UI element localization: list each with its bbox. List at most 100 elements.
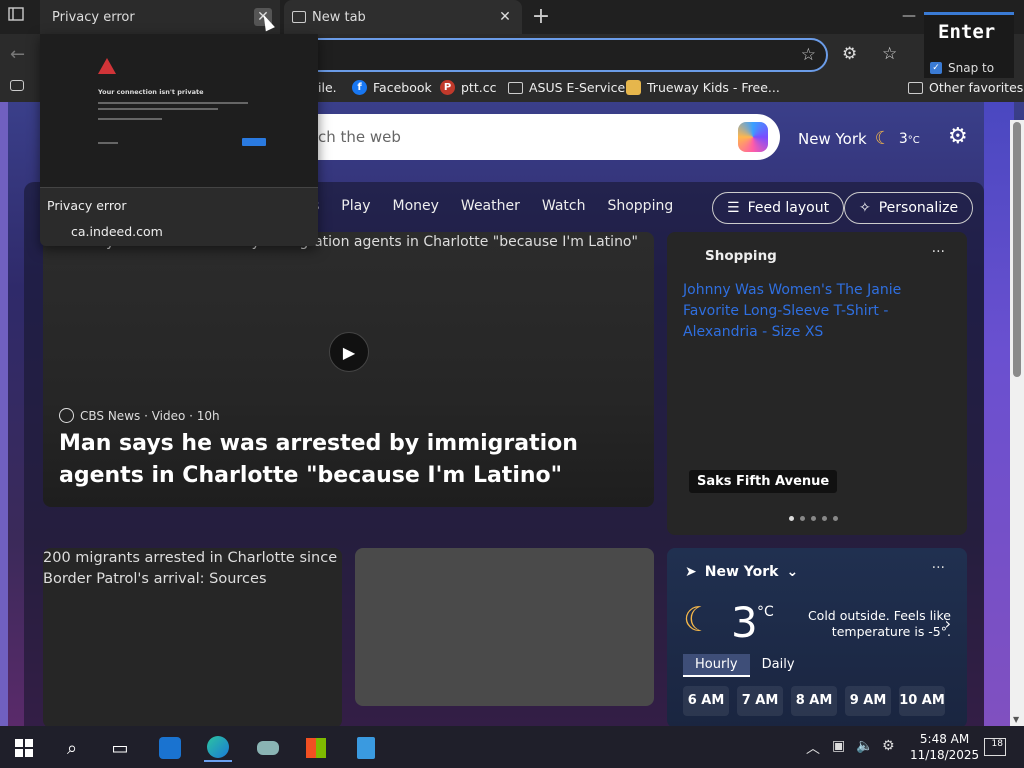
preview-text-line [98,108,218,110]
news-card[interactable]: 200 migrants arrested in Charlotte since… [43,548,342,726]
page-background-edge [0,102,8,726]
weather-temp: 3 [731,598,758,647]
outlook-icon[interactable] [156,734,184,762]
header-weather[interactable]: New York ☾ 3°C [798,128,920,149]
more-options-icon[interactable]: ··· [932,244,945,260]
preview-tab-name: Privacy error [47,198,127,213]
favorite-label: Trueway Kids - Free... [647,80,780,95]
address-bar[interactable]: ☆ [300,38,828,72]
favorite-trueway[interactable]: Trueway Kids - Free... [626,80,780,95]
minimize-icon[interactable]: — [902,8,916,24]
favorite-label: ptt.cc [461,80,497,95]
weather-city: New York [704,564,779,580]
page-scrollbar[interactable]: ▲ ▼ [1010,120,1024,726]
store-icon[interactable] [302,734,330,762]
favorite-label: Other favorites [929,80,1024,95]
tab-new-tab[interactable]: New tab ✕ [284,0,522,34]
search-placeholder: ch the web [318,128,401,146]
favorite-ptt[interactable]: P ptt.cc [440,80,496,95]
tab-strip: Privacy error ✕ New tab ✕ + — [0,0,1024,34]
favorite-item[interactable]: ile. [318,80,337,95]
search-icon[interactable]: ⌕ [58,734,86,762]
weather-unit: °C [757,604,774,620]
tab-title: Privacy error [52,9,135,25]
facebook-icon: f [352,80,367,95]
carousel-dots[interactable] [789,516,838,521]
volume-muted-icon[interactable]: 🔈 [856,738,873,754]
shopping-brand: Saks Fifth Avenue [689,470,838,493]
shopping-image-alt[interactable]: Johnny Was Women's The Janie Favorite Lo… [683,280,953,343]
hero-news-card[interactable]: ...an says he was arrested by immigratio… [43,232,654,507]
network-icon[interactable]: ▣ [832,738,845,754]
copilot-icon[interactable] [738,122,768,152]
tab-actions-icon[interactable] [8,6,32,28]
new-tab-page-icon [292,11,306,23]
preview-button [242,138,266,146]
more-options-icon[interactable]: ··· [932,560,945,576]
extensions-icon[interactable]: ⚙ [842,44,857,64]
weather-location[interactable]: ➤ New York ⌄ [685,564,798,580]
personalize-label: Personalize [878,200,959,216]
key-press-overlay: Enter ✓ Snap to [924,12,1014,78]
checkbox-icon[interactable]: ✓ [930,62,942,74]
scroll-down-icon[interactable]: ▼ [1013,715,1019,724]
tab-hover-preview[interactable]: Your connection isn't private Privacy er… [40,34,318,246]
preview-text-line [98,118,162,120]
favorite-facebook[interactable]: f Facebook [352,80,432,95]
preview-text-line [98,102,248,104]
close-tab-icon[interactable]: ✕ [496,8,514,26]
hero-headline[interactable]: Man says he was arrested by immigration … [59,428,639,492]
web-search-input[interactable]: ch the web [300,114,780,160]
scrollbar-thumb[interactable] [1013,122,1021,377]
app-icon[interactable] [254,734,282,762]
nav-item-play[interactable]: Play [341,198,370,214]
notification-center-icon[interactable]: 18 [984,738,1006,756]
snap-label: Snap to [948,61,995,75]
ptt-icon: P [440,80,455,95]
chevron-up-icon[interactable]: ︿ [806,738,820,758]
settings-gear-icon[interactable]: ⚙ [948,124,968,149]
new-tab-button[interactable]: + [530,4,552,29]
favorite-other[interactable]: Other favorites [908,80,1023,95]
nav-item-money[interactable]: Money [393,198,439,214]
weather-description: Cold outside. Feels like temperature is … [807,608,951,639]
tab-daily[interactable]: Daily [750,654,807,677]
notepad-icon[interactable] [352,734,380,762]
news-card-loading[interactable] [355,548,654,706]
favorite-star-icon[interactable]: ☆ [801,45,816,65]
hour-slot: 10 AM [899,686,945,716]
hourly-forecast: 6 AM 7 AM 8 AM 9 AM 10 AM [683,686,945,716]
back-arrow-icon[interactable]: ← [10,44,25,65]
windows-start-icon[interactable] [10,734,38,762]
edge-icon[interactable] [204,734,232,762]
nav-item-watch[interactable]: Watch [542,198,586,214]
nav-item-weather[interactable]: Weather [461,198,520,214]
settings-icon[interactable]: ⚙ [882,738,895,754]
favorites-icon[interactable]: ☆ [882,44,897,64]
favorite-label: Facebook [373,80,432,95]
header-weather-temp: 3 [898,130,908,147]
snap-option[interactable]: ✓ Snap to [930,61,994,75]
shopping-card[interactable]: Shopping ··· Johnny Was Women's The Jani… [667,232,967,535]
feed-layout-button[interactable]: ☰ Feed layout [712,192,845,224]
notification-count: 18 [991,739,1003,749]
chevron-right-icon[interactable]: › [945,614,951,633]
hero-source-text: CBS News · Video · 10h [80,408,220,423]
personalize-button[interactable]: ✧ Personalize [844,192,974,224]
preview-page-title: Your connection isn't private [98,88,204,96]
feed-nav: s Play Money Weather Watch Shopping [312,198,695,214]
play-icon[interactable]: ▶ [329,332,369,372]
taskbar: ⌕ ▭ ︿ ▣ 🔈 ⚙ 5:48 AM 11/18/2025 18 [0,726,1024,768]
weather-card[interactable]: ➤ New York ⌄ ··· ☾ 3 °C Cold outside. Fe… [667,548,967,726]
system-clock[interactable]: 5:48 AM 11/18/2025 [910,731,979,763]
header-weather-unit: °C [907,134,920,146]
nav-item-shopping[interactable]: Shopping [607,198,673,214]
moon-icon: ☾ [874,128,891,149]
collections-icon[interactable] [10,80,24,91]
tab-privacy-error[interactable]: Privacy error ✕ [40,0,280,34]
favorite-asus[interactable]: ASUS E-Service [508,80,625,95]
task-view-icon[interactable]: ▭ [106,734,134,762]
preview-text-line [98,142,118,144]
news-image-alt: 200 migrants arrested in Charlotte since… [43,550,338,587]
tab-hourly[interactable]: Hourly [683,654,750,677]
